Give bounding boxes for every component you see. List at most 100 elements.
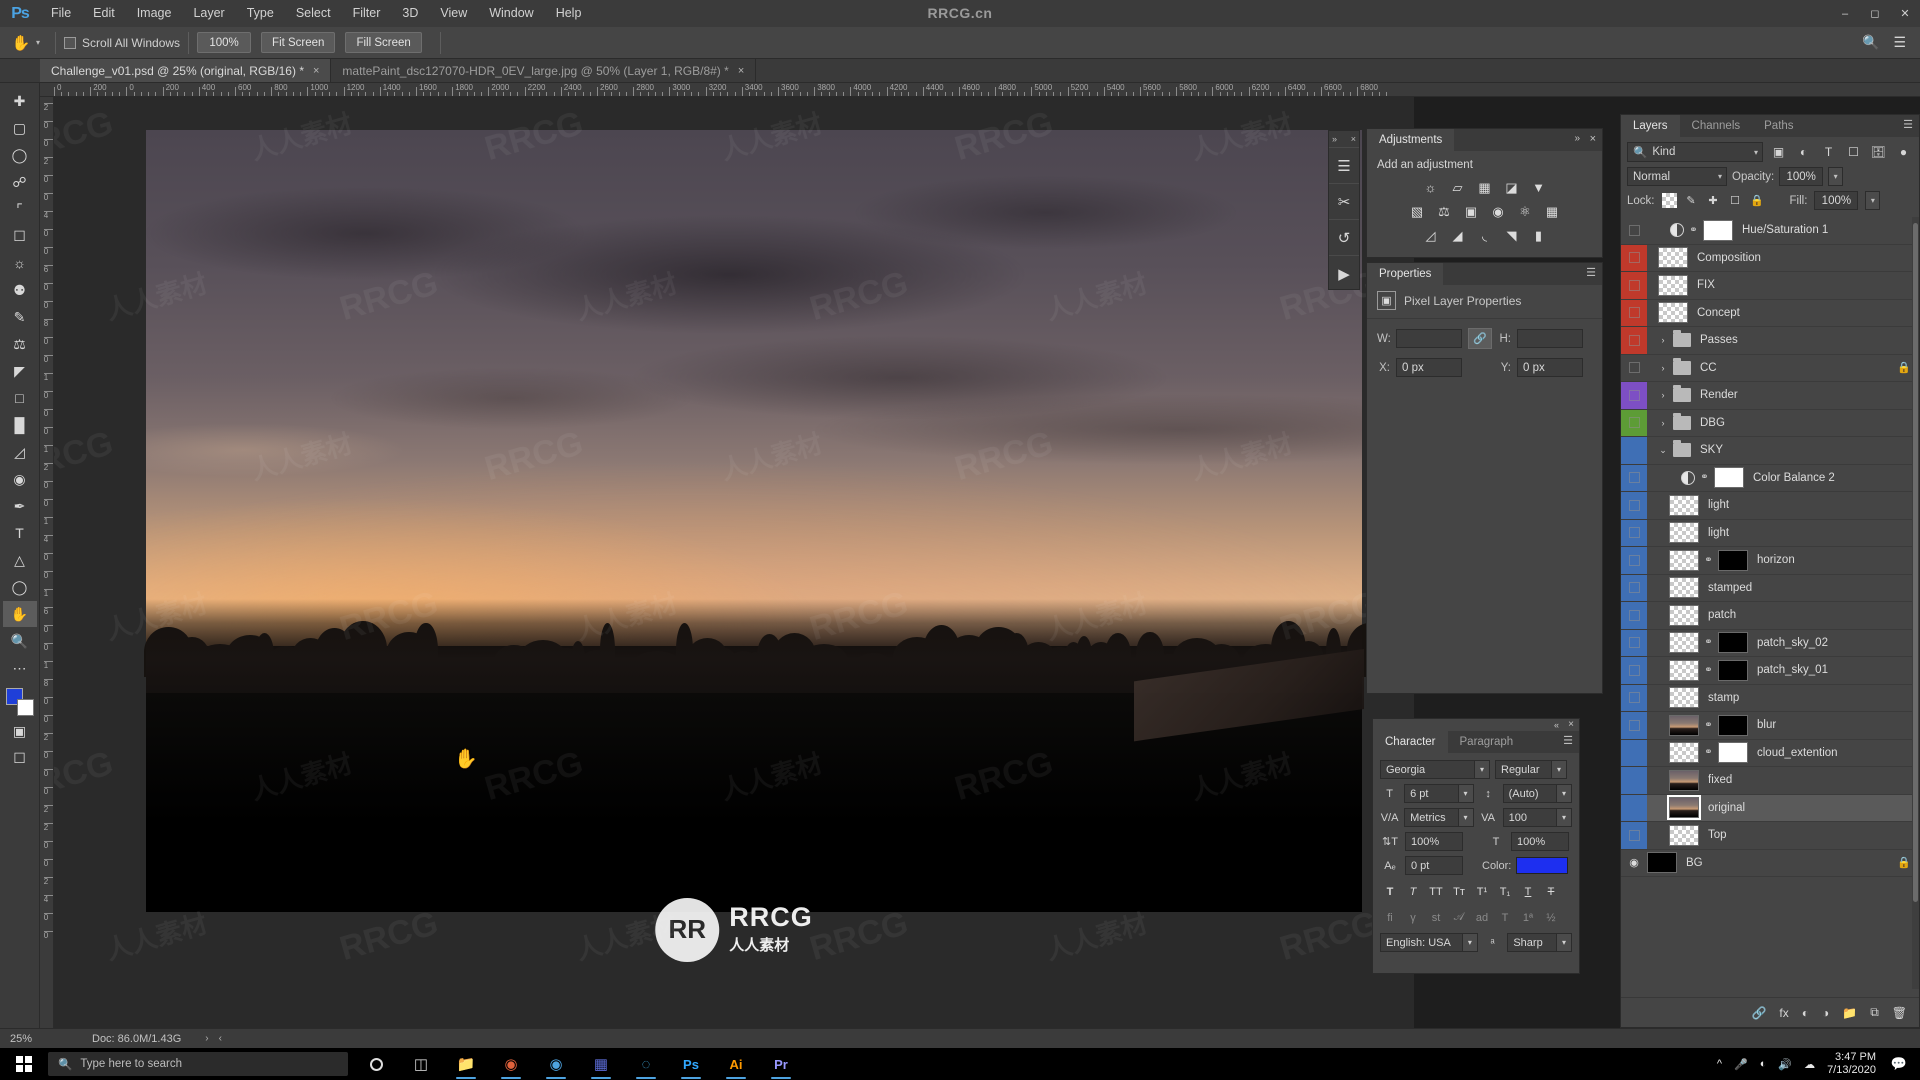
lock-transparent-icon[interactable] — [1662, 193, 1677, 208]
type-filter-icon[interactable]: T — [1819, 143, 1838, 162]
layer-thumbnail[interactable] — [1669, 550, 1699, 571]
new-layer-icon[interactable]: ⧉ — [1870, 1005, 1879, 1020]
layer-thumbnail[interactable] — [1669, 660, 1699, 681]
layer-row[interactable]: › Passes — [1621, 327, 1919, 355]
layer-mask-thumbnail[interactable] — [1718, 742, 1748, 763]
layer-mask-thumbnail[interactable] — [1718, 715, 1748, 736]
group-expand-icon[interactable]: › — [1658, 418, 1668, 428]
layer-name[interactable]: light — [1708, 499, 1729, 511]
swash-icon[interactable]: 𝒜 — [1449, 908, 1469, 927]
chevron-down-icon[interactable]: ▾ — [1458, 785, 1473, 802]
spot-healing-tool[interactable]: ⚉ — [3, 277, 37, 303]
mask-link-icon[interactable]: ⚭ — [1704, 637, 1713, 648]
layer-thumbnail[interactable] — [1669, 770, 1699, 791]
group-expand-icon[interactable]: › — [1658, 390, 1668, 400]
move-tool[interactable]: ✚ — [3, 88, 37, 114]
chevron-down-icon[interactable]: ▾ — [1474, 761, 1489, 778]
frame-tool[interactable]: ☐ — [3, 223, 37, 249]
tracking-select[interactable]: 100 ▾ — [1503, 808, 1572, 827]
layer-row[interactable]: ◉⌄SKY — [1621, 437, 1919, 465]
layer-row[interactable]: patch — [1621, 602, 1919, 630]
menu-item-view[interactable]: View — [429, 0, 478, 27]
layer-name[interactable]: Composition — [1697, 252, 1761, 264]
group-expand-icon[interactable]: › — [1658, 335, 1668, 345]
zoom-level[interactable]: 25% — [0, 1033, 46, 1045]
mask-link-icon[interactable]: ⚭ — [1700, 472, 1709, 483]
posterize-icon[interactable]: ◢ — [1449, 227, 1466, 244]
layer-thumbnail[interactable] — [1669, 632, 1699, 653]
horizontal-scale-field[interactable]: 100% — [1511, 832, 1569, 851]
small-caps-icon[interactable]: Tᴛ — [1449, 882, 1469, 901]
layer-name[interactable]: horizon — [1757, 554, 1795, 566]
group-expand-icon[interactable]: ⌄ — [1658, 445, 1668, 456]
layer-name[interactable]: original — [1708, 802, 1745, 814]
menu-item-select[interactable]: Select — [285, 0, 342, 27]
scrollbar-thumb[interactable] — [1913, 223, 1918, 902]
shape-tool[interactable]: ◯ — [3, 574, 37, 600]
layer-thumbnail[interactable] — [1658, 247, 1688, 268]
lasso-tool[interactable]: ◯ — [3, 142, 37, 168]
tab-character[interactable]: Character — [1373, 731, 1448, 753]
text-color-swatch[interactable] — [1516, 857, 1568, 874]
lock-all-icon[interactable]: 🔒 — [1750, 193, 1765, 208]
anti-alias-select[interactable]: Sharp ▾ — [1507, 933, 1572, 952]
black-white-icon[interactable]: ▣ — [1463, 203, 1480, 220]
vibrance-icon[interactable]: ▼ — [1530, 179, 1547, 196]
status-expand-icon[interactable]: › — [181, 1033, 208, 1044]
layer-name[interactable]: Concept — [1697, 307, 1740, 319]
layer-color-tag[interactable] — [1621, 740, 1647, 767]
layer-row[interactable]: ⚭ patch_sky_01 — [1621, 657, 1919, 685]
fractions-icon[interactable]: ½ — [1541, 908, 1561, 927]
history-brush-tool[interactable]: ◤ — [3, 358, 37, 384]
maximize-button[interactable]: ◻ — [1860, 0, 1890, 27]
layer-list[interactable]: ⚭ Hue/Saturation 1 Composition FIX Concept › P… — [1621, 217, 1919, 989]
color-swatches[interactable] — [4, 688, 36, 718]
layer-thumbnail[interactable] — [1669, 577, 1699, 598]
layer-mask-icon[interactable]: ◐ — [1802, 1006, 1809, 1020]
color-lookup-icon[interactable]: ▦ — [1544, 203, 1561, 220]
volume-icon[interactable]: 🔊 — [1778, 1058, 1792, 1071]
levels-icon[interactable]: ▱ — [1449, 179, 1466, 196]
mask-link-icon[interactable]: ⚭ — [1704, 665, 1713, 676]
windows-start-icon[interactable] — [0, 1048, 48, 1080]
menu-item-edit[interactable]: Edit — [82, 0, 126, 27]
link-dimensions-icon[interactable]: 🔗 — [1468, 328, 1492, 349]
adjustment-thumbnail[interactable] — [1670, 223, 1684, 237]
chevron-down-icon[interactable]: ▾ — [1556, 785, 1571, 802]
layer-thumbnail[interactable] — [1669, 797, 1699, 818]
layer-name[interactable]: Passes — [1700, 334, 1738, 346]
background-color-swatch[interactable] — [17, 699, 34, 716]
pen-tool[interactable]: ✒ — [3, 493, 37, 519]
workspace-icon[interactable]: ☰ — [1893, 34, 1906, 51]
stylistic-alternates-icon[interactable]: 1ª — [1518, 908, 1538, 927]
chevron-down-icon[interactable]: ▾ — [1458, 809, 1473, 826]
smart-object-filter-icon[interactable]: 🗄 — [1869, 143, 1888, 162]
layer-name[interactable]: SKY — [1700, 444, 1723, 456]
play-dock-icon[interactable]: ▶ — [1329, 255, 1359, 291]
discretionary-ligatures-icon[interactable]: st — [1426, 908, 1446, 927]
file-explorer-icon[interactable]: 📁 — [446, 1048, 486, 1080]
type-tool[interactable]: T — [3, 520, 37, 546]
layer-row[interactable]: Concept — [1621, 300, 1919, 328]
marquee-tool[interactable]: ▢ — [3, 115, 37, 141]
delete-layer-icon[interactable]: 🗑 — [1892, 1006, 1907, 1020]
layer-row[interactable]: stamped — [1621, 575, 1919, 603]
fill-stepper-icon[interactable]: ▾ — [1865, 191, 1880, 210]
panel-menu-icon[interactable]: ☰ — [1903, 120, 1913, 131]
brush-tool[interactable]: ✎ — [3, 304, 37, 330]
layer-row[interactable]: › CC 🔒 — [1621, 355, 1919, 383]
brushes-dock-icon[interactable]: ✂ — [1329, 183, 1359, 219]
layer-name[interactable]: fixed — [1708, 774, 1732, 786]
layer-name[interactable]: Color Balance 2 — [1753, 472, 1835, 484]
layer-mask-thumbnail[interactable] — [1718, 632, 1748, 653]
vertical-scale-field[interactable]: 100% — [1405, 832, 1463, 851]
collapse-icon[interactable]: « — [1554, 720, 1559, 730]
layer-name[interactable]: patch — [1708, 609, 1736, 621]
layer-row[interactable]: ◉ BG 🔒 — [1621, 850, 1919, 878]
notification-icon[interactable]: 💬 — [1888, 1056, 1910, 1072]
layer-thumbnail[interactable] — [1669, 825, 1699, 846]
object-select-tool[interactable]: ☍ — [3, 169, 37, 195]
baseline-shift-field[interactable]: 0 pt — [1405, 856, 1463, 875]
language-select[interactable]: English: USA ▾ — [1380, 933, 1478, 952]
panel-menu-icon[interactable]: ☰ — [1586, 268, 1596, 279]
